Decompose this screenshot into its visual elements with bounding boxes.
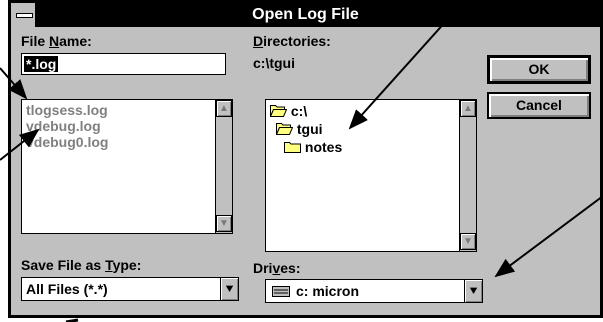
directory-item[interactable]: c:\ [269,102,450,120]
drives-select[interactable]: c: micron ⯆ [265,279,483,303]
cancel-button[interactable]: Cancel [487,92,591,119]
directories-label: Directories: [253,33,331,49]
system-menu-button[interactable] [11,3,37,27]
directory-list-scrollbar[interactable]: ▲ ▼ [459,100,476,251]
dropdown-arrow-icon[interactable]: ⯆ [220,278,238,300]
directory-list[interactable]: c:\ tgui notes ▲ ▼ [265,99,477,252]
file-list-item[interactable]: vdebug0.log [26,134,108,150]
drive-icon [272,286,290,297]
open-folder-icon [275,123,294,135]
ok-button[interactable]: OK [487,55,591,84]
scroll-up-icon[interactable]: ▲ [216,100,232,117]
drives-label: Drives: [253,260,301,276]
file-name-input[interactable]: *.log [21,53,226,75]
open-log-file-dialog: Open Log File File Name: *.log tlogsess.… [8,0,603,318]
directory-item[interactable]: notes [270,138,450,156]
open-folder-icon [269,105,288,117]
current-directory: c:\tgui [253,55,295,71]
file-name-value: *.log [24,56,59,72]
file-type-label: Save File as Type: [21,257,142,273]
dialog-title: Open Log File [252,6,359,23]
folder-icon [284,142,301,153]
scroll-down-icon[interactable]: ▼ [460,233,476,250]
scroll-up-icon[interactable]: ▲ [460,100,476,117]
file-list-item[interactable]: tlogsess.log [26,102,108,118]
file-type-select[interactable]: All Files (*.*) ⯆ [21,277,239,301]
file-list[interactable]: tlogsess.log vdebug.log vdebug0.log ▲ ▼ [21,99,233,234]
file-type-value: All Files (*.*) [26,281,108,297]
file-name-label: File Name: [21,33,92,49]
dropdown-arrow-icon[interactable]: ⯆ [464,280,482,302]
file-list-scrollbar[interactable]: ▲ ▼ [215,100,232,233]
title-bar[interactable]: Open Log File [11,3,600,27]
drives-value: c: micron [296,283,360,299]
scroll-down-icon[interactable]: ▼ [216,215,232,232]
system-menu-icon [16,13,33,18]
file-list-item[interactable]: vdebug.log [26,118,108,134]
directory-item[interactable]: tgui [270,120,450,138]
